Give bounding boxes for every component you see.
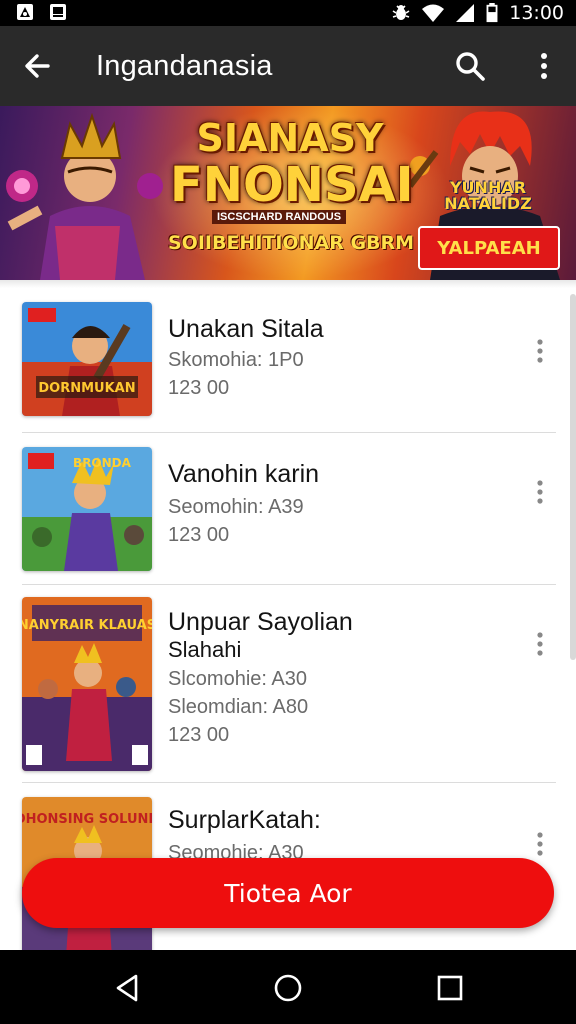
item-line: 123 00	[168, 724, 230, 746]
banner-title-line1: SIANASY	[196, 116, 384, 160]
gallery-icon	[50, 4, 66, 20]
promo-banner[interactable]: SIANASY FNONSAI ISCSCHARD RANDOUS SOIIBE…	[0, 106, 576, 280]
game-list: DORNMUKAN Unakan Sitala Skomohia: 1P0 12…	[0, 280, 576, 950]
wifi-icon	[422, 4, 445, 22]
list-item[interactable]: DORNMUKAN Unakan Sitala Skomohia: 1P0 12…	[22, 288, 556, 433]
item-title: Unakan Sitala	[168, 315, 324, 343]
scrollbar[interactable]	[570, 294, 576, 660]
item-line: Skomohia: 1P0	[168, 349, 304, 371]
list-top-shadow	[0, 280, 576, 288]
game-thumbnail[interactable]: DORNMUKAN	[22, 302, 152, 416]
item-line: 123 00	[168, 524, 230, 546]
thumbnail-label: NANYRAIR KLAUAS	[22, 618, 152, 633]
hero-warrior-illustration	[6, 112, 163, 280]
thumbnail-label: DORNMUKAN	[38, 381, 135, 396]
banner-small-label: ISCSCHARD RANDOUS	[212, 210, 347, 224]
item-line: Sleomdian: A80	[168, 696, 309, 718]
search-icon[interactable]	[450, 46, 490, 86]
banner-right-title: YUNHAR NATALIDZ	[444, 178, 532, 213]
game-thumbnail[interactable]: NANYRAIR KLAUAS	[22, 597, 152, 771]
page-title: Ingandanasia	[96, 50, 273, 82]
nav-home-icon[interactable]	[270, 970, 306, 1006]
item-more-icon[interactable]	[530, 477, 550, 507]
banner-badge[interactable]: YALPAEAH	[418, 226, 560, 270]
item-title: Unpuar Sayolian	[168, 608, 353, 636]
clock: 13:00	[509, 2, 564, 24]
banner-subtitle: SOIIBEHITIONAR GBRM	[168, 232, 415, 254]
banner-title-line2: FNONSAI	[170, 157, 414, 213]
item-line: Slcomohie: A30	[168, 668, 307, 690]
app-bar: Ingandanasia	[0, 26, 576, 106]
more-vert-icon[interactable]	[524, 46, 564, 86]
system-nav-bar	[0, 950, 576, 1024]
item-line: 123 00	[168, 377, 230, 399]
list-item[interactable]: NANYRAIR KLAUAS Unpuar Sayolian Slahahi …	[22, 585, 556, 783]
thumbnail-label: DHONSING SOLUND	[22, 812, 152, 827]
nav-back-icon[interactable]	[110, 970, 146, 1006]
status-bar: 13:00	[0, 0, 576, 26]
banner-title: SIANASY FNONSAI	[170, 116, 414, 213]
item-title-line2: Slahahi	[168, 637, 242, 662]
item-line: Seomohin: A39	[168, 496, 304, 518]
item-title: Vanohin karin	[168, 460, 320, 488]
signal-icon	[456, 4, 475, 22]
list-item[interactable]: BRONDA Vanohin karin Seomohin: A39 123 0…	[22, 433, 556, 585]
thumbnail-label: BRONDA	[73, 456, 132, 470]
bug-icon	[392, 5, 410, 20]
item-title: SurplarKatah:	[168, 806, 321, 834]
nav-recents-icon[interactable]	[432, 970, 468, 1006]
item-more-icon[interactable]	[530, 629, 550, 659]
item-more-icon[interactable]	[530, 829, 550, 859]
app-notification-icon	[17, 4, 33, 20]
game-thumbnail[interactable]: BRONDA	[22, 447, 152, 571]
primary-action-button[interactable]: Tiotea Aor	[22, 858, 554, 928]
back-arrow-icon[interactable]	[18, 46, 58, 86]
battery-icon	[486, 3, 498, 23]
item-more-icon[interactable]	[530, 336, 550, 366]
